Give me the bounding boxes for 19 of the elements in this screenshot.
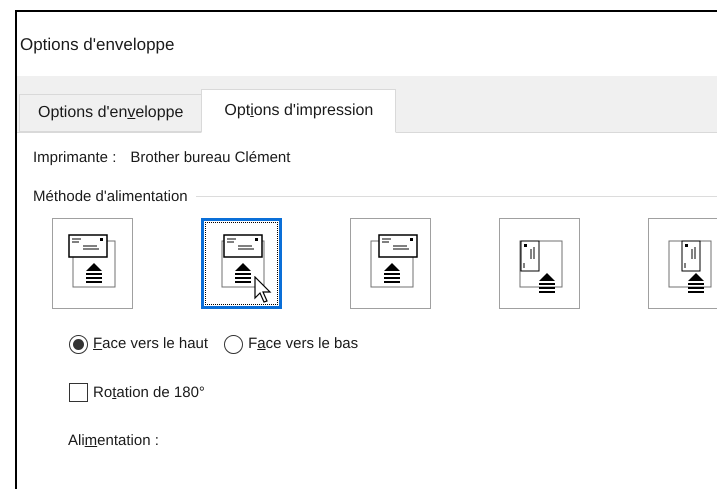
tab[interactable]: Options d'enveloppe [19,94,202,132]
tab[interactable]: Options d'impression [201,89,396,133]
window-title: Options d'enveloppe [20,34,174,56]
feed-option[interactable] [499,218,580,309]
feed-option[interactable] [201,218,282,309]
checkbox-label: Rotation de 180° [93,382,205,402]
radio-label: Face vers le bas [248,334,358,354]
feed-option[interactable] [52,218,133,309]
feed-option[interactable] [648,218,717,309]
checkbox[interactable] [69,383,88,402]
feed-option[interactable] [350,218,431,309]
radio-button[interactable] [69,334,88,354]
group-title: Méthode d'alimentation [33,186,188,206]
radio-label: Face vers le haut [93,334,208,354]
cursor-icon [254,276,272,304]
printer-name: Brother bureau Clément [130,148,290,168]
feed-label: Alimentation : [68,431,160,451]
radio-button[interactable] [224,334,244,354]
printer-label: Imprimante : [33,148,116,168]
